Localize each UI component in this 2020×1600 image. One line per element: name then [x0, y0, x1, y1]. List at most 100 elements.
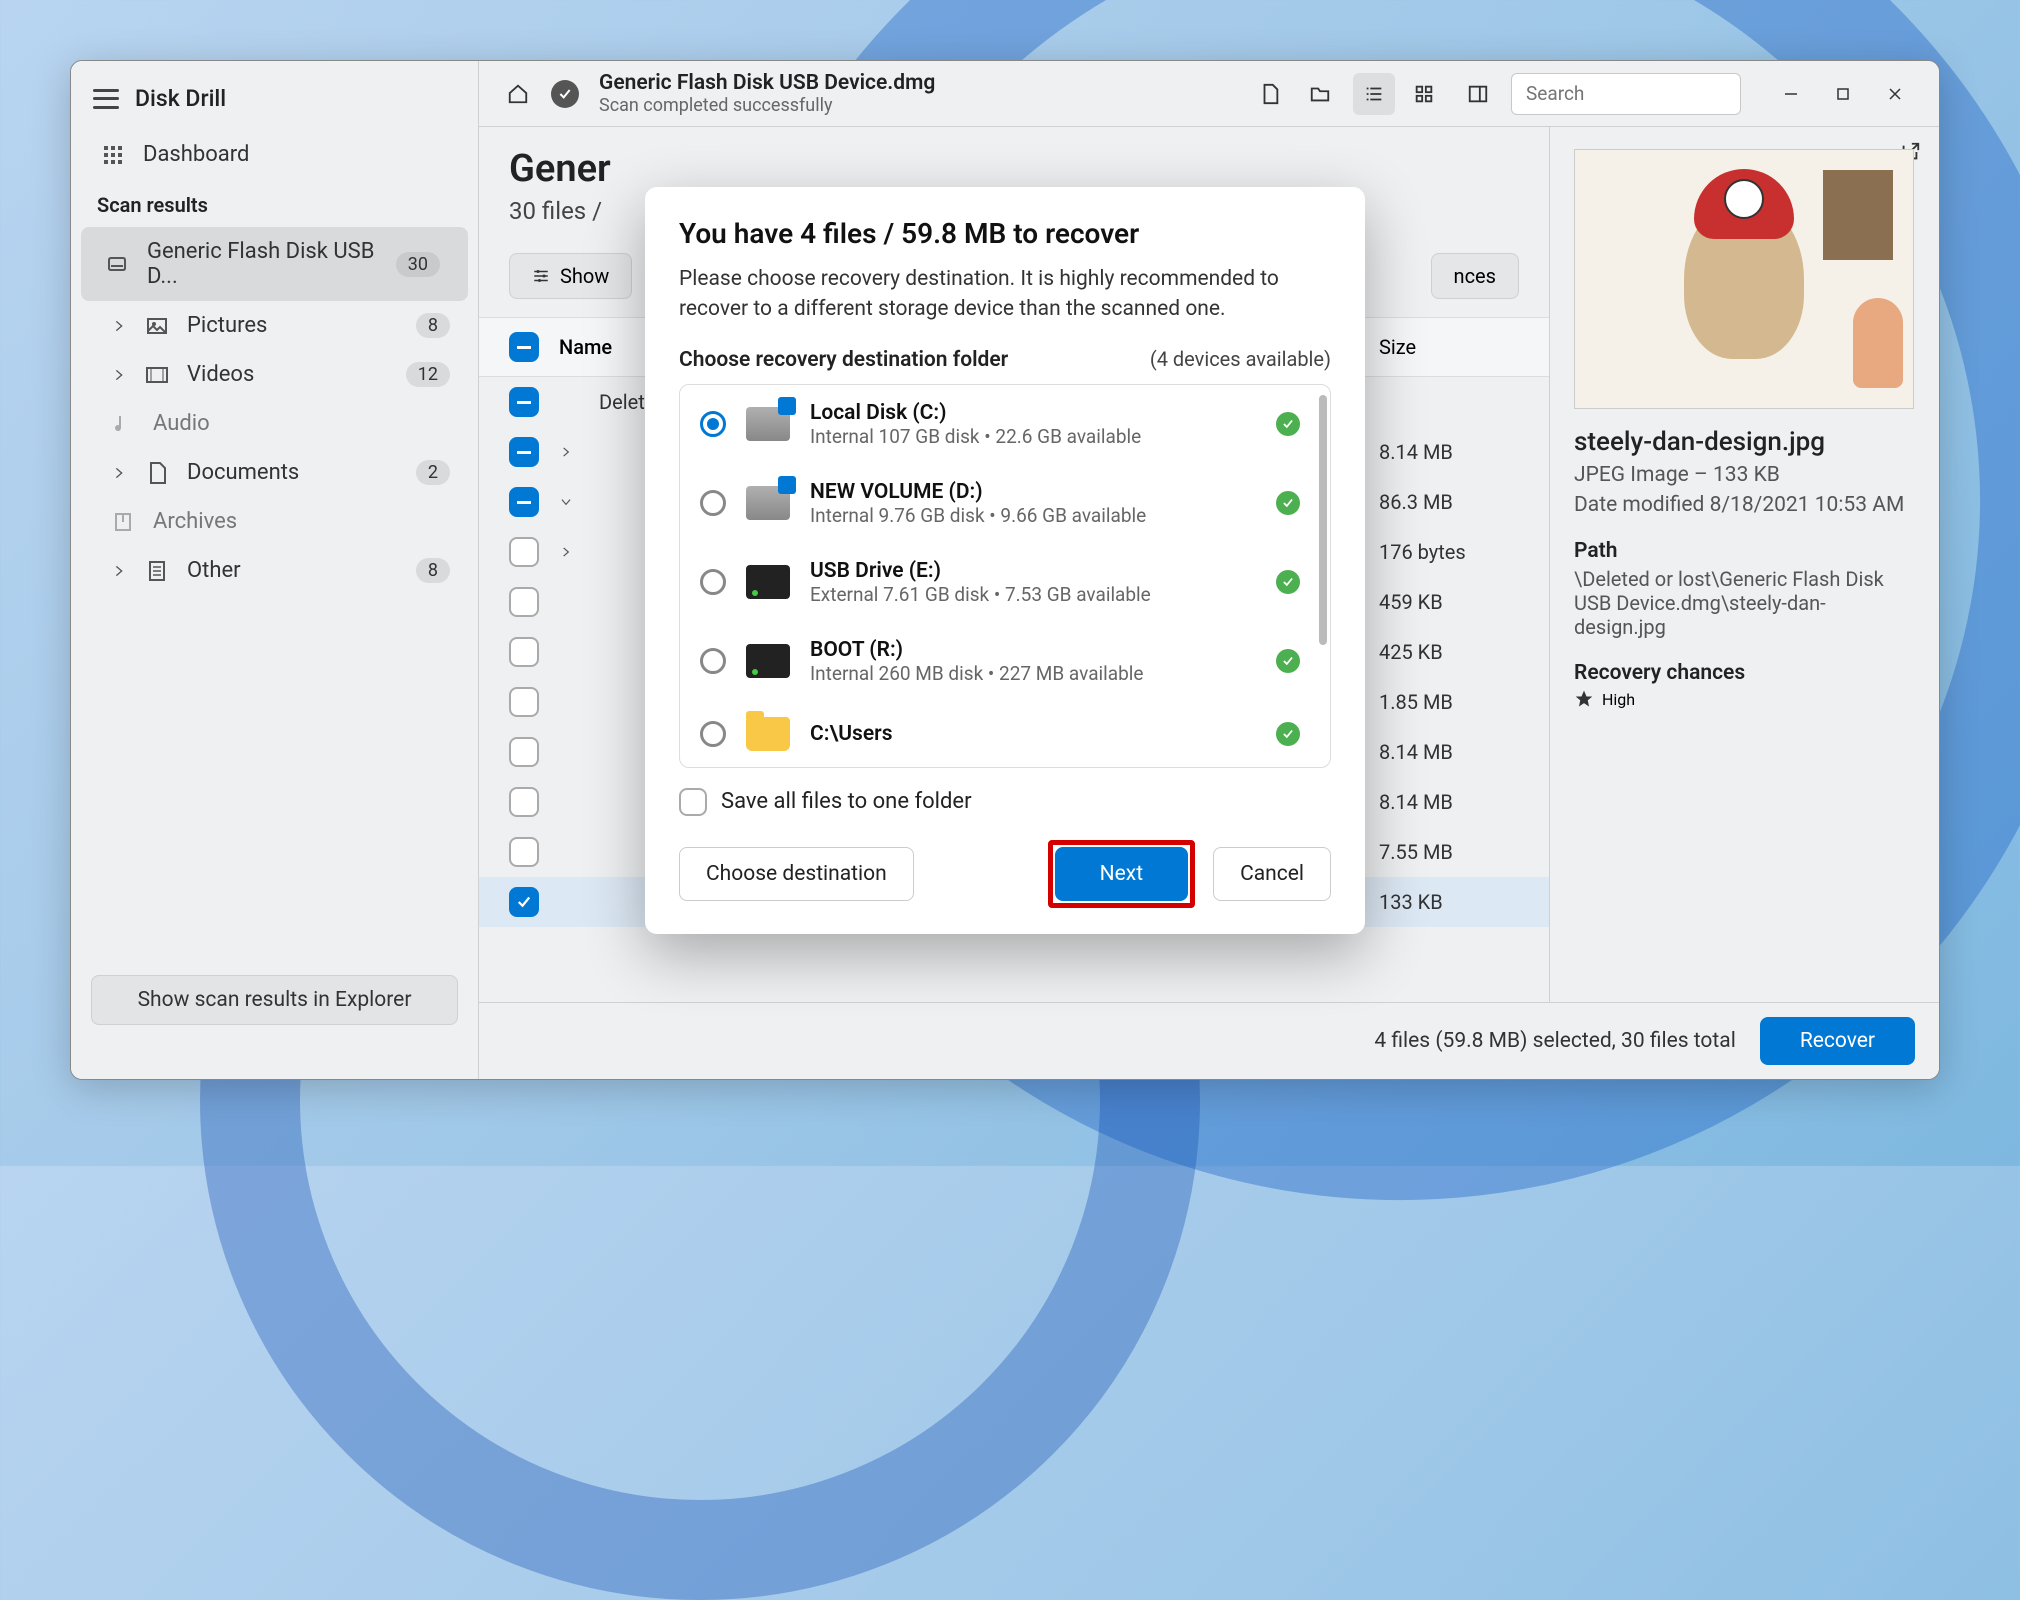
row-checkbox[interactable] [509, 787, 539, 817]
chevron-right-icon [111, 563, 127, 579]
toolbar-title: Generic Flash Disk USB Device.dmg [599, 71, 935, 95]
sidebar-item-pictures[interactable]: Pictures 8 [71, 301, 478, 350]
destination-ok-icon [1276, 649, 1300, 673]
file-size: 7.55 MB [1379, 840, 1519, 864]
sliders-icon [532, 267, 550, 285]
home-icon[interactable] [497, 73, 539, 115]
sidebar-item-audio[interactable]: Audio [71, 399, 478, 448]
save-to-one-folder-checkbox[interactable] [679, 788, 707, 816]
filter-show-button[interactable]: Show [509, 253, 632, 299]
cancel-button[interactable]: Cancel [1213, 847, 1331, 901]
recover-button[interactable]: Recover [1760, 1017, 1915, 1065]
destination-radio[interactable] [700, 569, 726, 595]
image-icon [145, 314, 169, 338]
row-checkbox[interactable] [509, 737, 539, 767]
destination-row[interactable]: C:\Users [680, 701, 1330, 767]
sidebar-item-archives[interactable]: Archives [71, 497, 478, 546]
destination-ok-icon [1276, 491, 1300, 515]
preview-chances-label: Recovery chances [1574, 661, 1915, 685]
search-input[interactable] [1526, 82, 1771, 105]
preview-filename: steely-dan-design.jpg [1574, 427, 1915, 457]
grid-view-icon[interactable] [1403, 73, 1445, 115]
sidebar: Disk Drill Dashboard Scan results Generi… [71, 61, 479, 1079]
destination-detail: Internal 107 GB disk • 22.6 GB available [810, 425, 1256, 448]
toolbar: Generic Flash Disk USB Device.dmg Scan c… [479, 61, 1939, 127]
row-checkbox[interactable] [509, 487, 539, 517]
destination-row[interactable]: NEW VOLUME (D:)Internal 9.76 GB disk • 9… [680, 464, 1330, 543]
destination-radio[interactable] [700, 721, 726, 747]
row-checkbox[interactable] [509, 687, 539, 717]
sidebar-item-label: Archives [153, 509, 237, 534]
minimize-button[interactable] [1765, 73, 1817, 115]
next-button[interactable]: Next [1055, 847, 1188, 901]
filter-chances-button[interactable]: nces [1431, 253, 1519, 299]
star-icon [1574, 689, 1594, 709]
destination-radio[interactable] [700, 490, 726, 516]
row-checkbox[interactable] [509, 887, 539, 917]
row-checkbox[interactable] [509, 437, 539, 467]
row-checkbox[interactable] [509, 387, 539, 417]
sidebar-item-other[interactable]: Other 8 [71, 546, 478, 595]
internal-drive-icon [746, 486, 790, 520]
sidebar-item-label: Audio [153, 411, 210, 436]
destination-row[interactable]: Local Disk (C:)Internal 107 GB disk • 22… [680, 385, 1330, 464]
destination-radio[interactable] [700, 411, 726, 437]
sidebar-dashboard[interactable]: Dashboard [71, 130, 478, 179]
chevron-right-icon[interactable] [559, 445, 573, 459]
sidebar-item-documents[interactable]: Documents 2 [71, 448, 478, 497]
scrollbar-thumb[interactable] [1319, 395, 1327, 645]
destination-ok-icon [1276, 722, 1300, 746]
row-checkbox[interactable] [509, 587, 539, 617]
row-checkbox[interactable] [509, 637, 539, 667]
scan-complete-icon [551, 80, 579, 108]
sidebar-item-count: 12 [406, 362, 450, 387]
external-drive-icon [746, 565, 790, 599]
search-box[interactable] [1511, 73, 1741, 115]
preview-panel: steely-dan-design.jpg JPEG Image – 133 K… [1549, 127, 1939, 1002]
content-title: Gener [509, 147, 1519, 191]
preview-panel-icon[interactable] [1457, 73, 1499, 115]
destination-ok-icon [1276, 412, 1300, 436]
destination-name: USB Drive (E:) [810, 559, 1256, 583]
choose-destination-button[interactable]: Choose destination [679, 847, 914, 901]
list-view-icon[interactable] [1353, 73, 1395, 115]
modal-devices-available: (4 devices available) [1150, 347, 1331, 371]
folder-drive-icon [746, 717, 790, 751]
sidebar-item-scan-device[interactable]: Generic Flash Disk USB D... 30 [81, 227, 468, 301]
row-checkbox[interactable] [509, 537, 539, 567]
modal-choose-label: Choose recovery destination folder [679, 348, 1008, 372]
destination-list[interactable]: Local Disk (C:)Internal 107 GB disk • 22… [679, 384, 1331, 768]
modal-description: Please choose recovery destination. It i… [679, 264, 1331, 325]
external-drive-icon [746, 644, 790, 678]
sidebar-item-label: Generic Flash Disk USB D... [147, 239, 378, 289]
destination-row[interactable]: BOOT (R:)Internal 260 MB disk • 227 MB a… [680, 622, 1330, 701]
chevron-right-icon[interactable] [559, 545, 573, 559]
destination-row[interactable]: USB Drive (E:)External 7.61 GB disk • 7.… [680, 543, 1330, 622]
sidebar-item-count: 30 [396, 252, 440, 277]
footer-status: 4 files (59.8 MB) selected, 30 files tot… [1374, 1029, 1735, 1053]
column-size[interactable]: Size [1379, 335, 1519, 359]
new-file-icon[interactable] [1249, 73, 1291, 115]
grid-icon [101, 143, 125, 167]
destination-name: C:\Users [810, 722, 1256, 746]
app-title: Disk Drill [135, 85, 226, 112]
close-button[interactable] [1869, 73, 1921, 115]
destination-radio[interactable] [700, 648, 726, 674]
preview-type: JPEG Image – 133 KB [1574, 463, 1915, 487]
document-icon [145, 461, 169, 485]
destination-detail: External 7.61 GB disk • 7.53 GB availabl… [810, 583, 1256, 606]
row-checkbox[interactable] [509, 837, 539, 867]
preview-thumbnail [1574, 149, 1914, 409]
hamburger-menu-icon[interactable] [93, 89, 119, 109]
folder-icon[interactable] [1299, 73, 1341, 115]
sidebar-item-videos[interactable]: Videos 12 [71, 350, 478, 399]
video-icon [145, 363, 169, 387]
maximize-button[interactable] [1817, 73, 1869, 115]
chevron-down-icon[interactable] [559, 495, 573, 509]
select-all-checkbox[interactable] [509, 332, 539, 362]
chevron-right-icon [111, 318, 127, 334]
destination-name: BOOT (R:) [810, 638, 1256, 662]
show-in-explorer-button[interactable]: Show scan results in Explorer [91, 975, 458, 1025]
chevron-right-icon [111, 465, 127, 481]
destination-ok-icon [1276, 570, 1300, 594]
